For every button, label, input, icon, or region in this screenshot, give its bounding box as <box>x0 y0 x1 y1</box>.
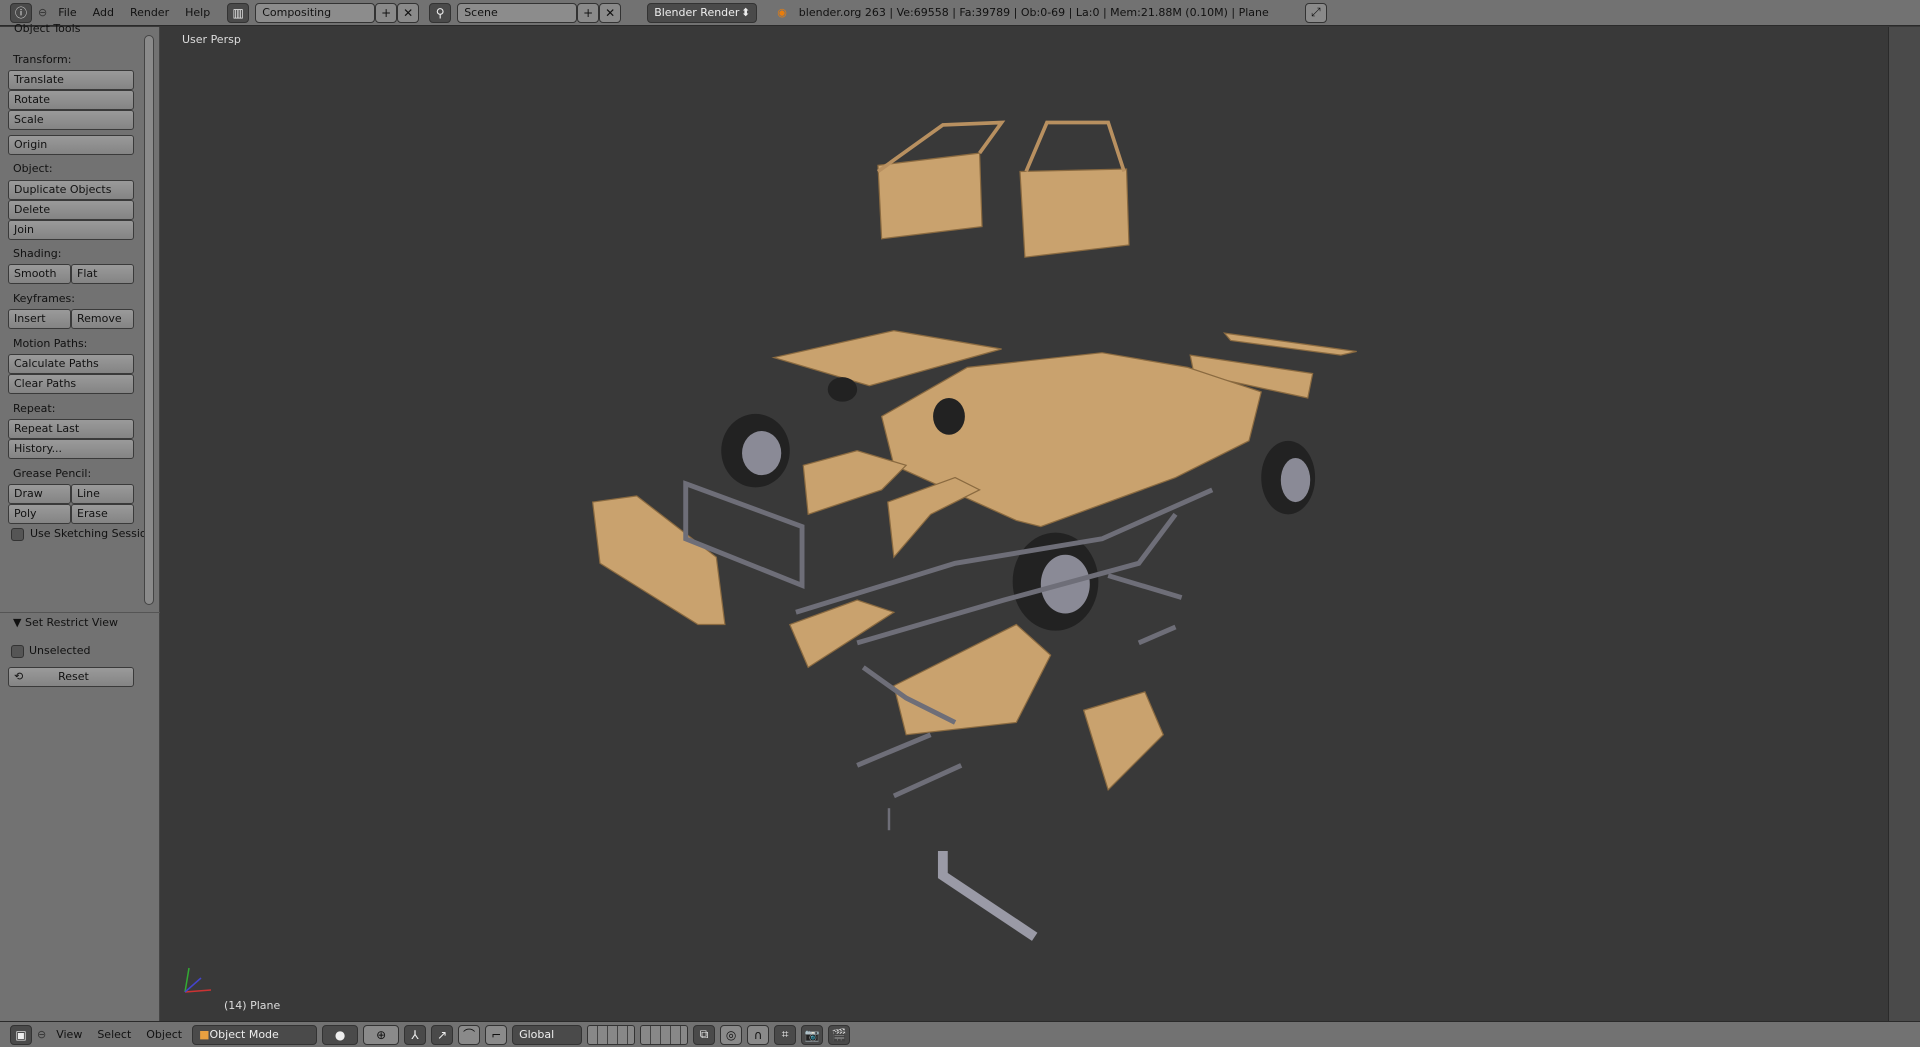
render-icon[interactable]: 📷 <box>801 1024 824 1045</box>
repeat-last-button[interactable]: Repeat Last <box>8 419 134 439</box>
scene-icon[interactable]: ⚲ <box>429 2 452 23</box>
scale-manipulator-icon[interactable]: ⌐ <box>485 1024 508 1045</box>
insert-keyframe-button[interactable]: Insert <box>8 309 71 329</box>
unselected-checkbox[interactable] <box>11 645 24 658</box>
snap-icon[interactable]: ∩ <box>747 1024 770 1045</box>
scale-button[interactable]: Scale <box>8 110 134 130</box>
reset-button[interactable]: ⟲ Reset <box>8 667 134 687</box>
lock-layers-icon[interactable]: ⧉ <box>693 1024 716 1045</box>
disclosure-triangle-icon: ▼ <box>13 616 25 629</box>
remove-keyframe-button[interactable]: Remove <box>71 309 134 329</box>
layers-grid-2[interactable] <box>640 1024 689 1045</box>
translate-manipulator-icon[interactable]: ↗ <box>431 1024 454 1045</box>
menu-help[interactable]: Help <box>180 6 215 19</box>
erase-button[interactable]: Erase <box>71 504 134 524</box>
rotate-button[interactable]: Rotate <box>8 90 134 110</box>
sketching-session-checkbox[interactable] <box>11 528 24 541</box>
remove-scene-icon[interactable]: ✕ <box>599 2 622 23</box>
shading-label: Shading: <box>13 247 62 260</box>
render-engine-label: Blender Render <box>654 6 740 19</box>
line-button[interactable]: Line <box>71 484 134 504</box>
origin-button[interactable]: Origin <box>8 135 134 155</box>
pivot-point-icon[interactable]: ⊕ <box>363 1024 400 1045</box>
menu-object[interactable]: Object <box>141 1028 187 1041</box>
orientation-label: Global <box>519 1028 555 1041</box>
fullscreen-icon[interactable]: ⤢ <box>1304 2 1327 23</box>
info-editor-type-icon[interactable]: ⓘ <box>10 2 32 23</box>
set-restrict-view-title: Set Restrict View <box>24 616 119 629</box>
scene-select[interactable]: Scene <box>457 2 578 23</box>
sketching-session-label: Use Sketching Sessio <box>30 527 147 540</box>
repeat-label: Repeat: <box>13 402 56 415</box>
transform-label: Transform: <box>13 53 72 66</box>
add-scene-icon[interactable]: + <box>577 2 600 23</box>
motion-paths-label: Motion Paths: <box>13 337 88 350</box>
duplicate-objects-button[interactable]: Duplicate Objects <box>8 180 134 200</box>
render-animation-icon[interactable]: 🎬 <box>828 1024 851 1045</box>
3d-view-header: ▣ ⊖ View Select Object ■ Object Mode ● ⊕… <box>0 1021 1920 1047</box>
clear-paths-button[interactable]: Clear Paths <box>8 374 134 394</box>
render-engine-select[interactable]: Blender Render ⬍ <box>647 2 758 23</box>
poly-button[interactable]: Poly <box>8 504 71 524</box>
view-name: User Persp <box>182 33 241 46</box>
reset-label: Reset <box>58 670 89 683</box>
flat-button[interactable]: Flat <box>71 264 134 284</box>
tool-shelf-scrollbar[interactable] <box>144 35 154 605</box>
screen-layout-icon[interactable]: ▥ <box>227 2 250 23</box>
collapse-menu-icon[interactable]: ⊖ <box>38 6 47 19</box>
orientation-select[interactable]: Global <box>512 1024 583 1045</box>
proportional-edit-icon[interactable]: ◎ <box>720 1024 743 1045</box>
menu-render[interactable]: Render <box>125 6 174 19</box>
mode-label: Object Mode <box>209 1028 279 1041</box>
remove-layout-icon[interactable]: ✕ <box>397 2 420 23</box>
screen-layout-select[interactable]: Compositing <box>255 2 376 23</box>
manipulator-icon[interactable]: ⅄ <box>404 1024 427 1045</box>
calculate-paths-button[interactable]: Calculate Paths <box>8 354 134 374</box>
mode-select[interactable]: ■ Object Mode <box>192 1024 318 1045</box>
add-layout-icon[interactable]: + <box>375 2 398 23</box>
refresh-icon: ⟲ <box>14 670 24 683</box>
cube-icon: ■ <box>199 1028 210 1041</box>
keyframes-label: Keyframes: <box>13 292 75 305</box>
collapse-menu-icon[interactable]: ⊖ <box>37 1028 46 1041</box>
join-button[interactable]: Join <box>8 220 134 240</box>
panel-divider <box>0 612 160 613</box>
smooth-button[interactable]: Smooth <box>8 264 71 284</box>
unselected-label: Unselected <box>29 644 91 657</box>
menu-file[interactable]: File <box>53 6 81 19</box>
3d-viewport[interactable]: User Persp (14) Plane <box>161 27 1888 1021</box>
layers-grid-1[interactable] <box>587 1024 636 1045</box>
object-label: Object: <box>13 162 53 175</box>
history-button[interactable]: History... <box>8 439 134 459</box>
menu-view[interactable]: View <box>51 1028 87 1041</box>
menu-select[interactable]: Select <box>92 1028 136 1041</box>
draw-button[interactable]: Draw <box>8 484 71 504</box>
menu-add[interactable]: Add <box>88 6 119 19</box>
delete-button[interactable]: Delete <box>8 200 134 220</box>
object-info: (14) Plane <box>224 999 281 1012</box>
translate-button[interactable]: Translate <box>8 70 134 90</box>
properties-region-toggle[interactable] <box>1888 27 1920 1021</box>
updown-icon: ⬍ <box>740 6 751 19</box>
info-header: ⓘ ⊖ File Add Render Help ▥ Compositing +… <box>0 0 1920 26</box>
rotate-manipulator-icon[interactable]: ⌒ <box>458 1024 481 1045</box>
tool-shelf: Object Tools Transform: Translate Rotate… <box>0 22 160 1021</box>
editor-type-icon[interactable]: ▣ <box>10 1024 32 1045</box>
object-tools-header[interactable]: Object Tools <box>14 22 80 35</box>
snap-element-icon[interactable]: ⌗ <box>774 1024 797 1045</box>
axis-gizmo-icon <box>184 967 212 993</box>
blender-logo-icon: ◉ <box>777 6 787 19</box>
viewport-shading-icon[interactable]: ● <box>322 1024 359 1045</box>
scene-stats: blender.org 263 | Ve:69558 | Fa:39789 | … <box>798 6 1269 19</box>
set-restrict-view-header[interactable]: ▼ Set Restrict View <box>13 616 118 629</box>
grease-pencil-label: Grease Pencil: <box>13 467 92 480</box>
